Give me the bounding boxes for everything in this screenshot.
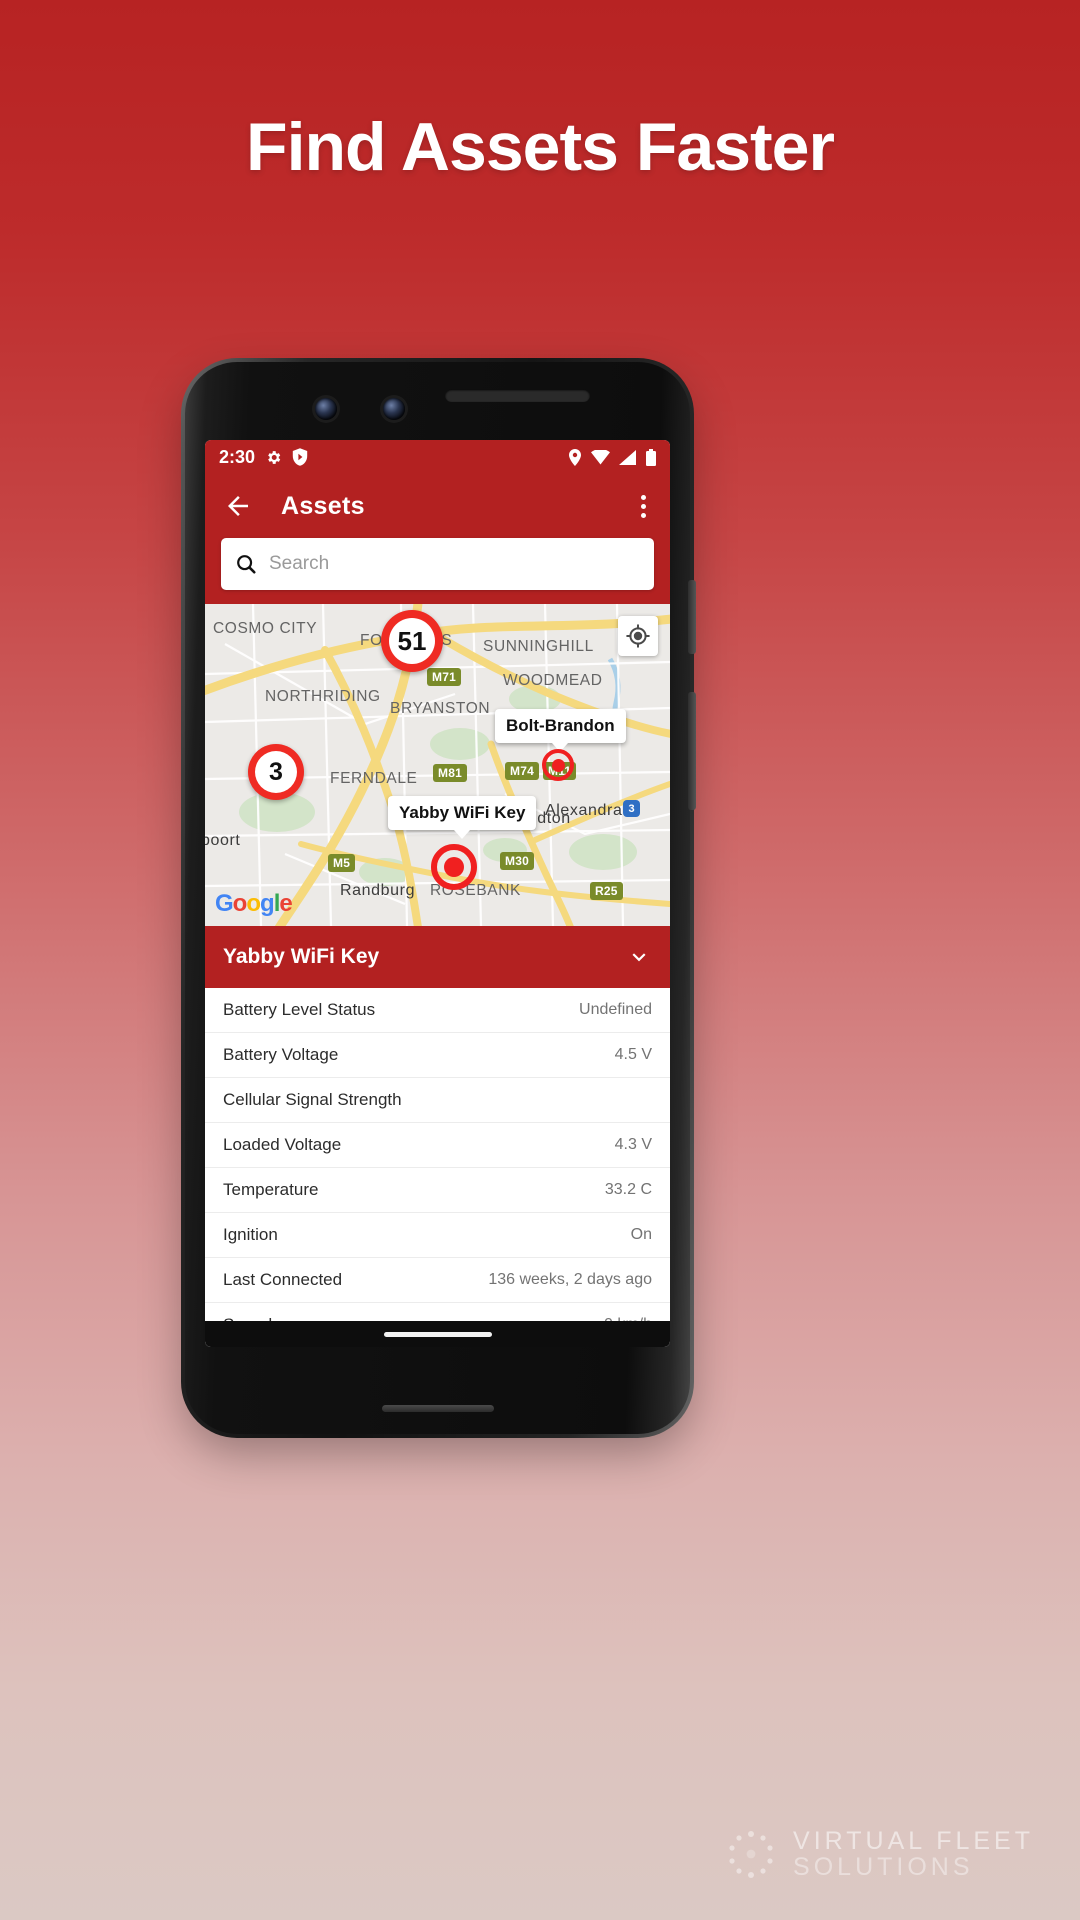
home-indicator[interactable] [383, 1331, 492, 1337]
map-marker-yabby-wifi-key[interactable] [431, 844, 477, 890]
more-options-icon[interactable] [635, 489, 652, 524]
battery-icon [646, 448, 656, 466]
map-marker-dot [551, 758, 565, 772]
road-shield-m81: M81 [433, 764, 467, 782]
row-value: 4.5 V [614, 1046, 652, 1063]
watermark-line-1: VIRTUAL FLEET [793, 1826, 1034, 1855]
map-cluster-count: 51 [389, 618, 435, 664]
front-camera-icon [315, 398, 337, 420]
map-view[interactable]: COSMO CITY FOURWAYS SUNNINGHILL WOODMEAD… [205, 604, 670, 926]
app-bar-title: Assets [281, 491, 365, 520]
detail-panel-header[interactable]: Yabby WiFi Key [205, 926, 670, 988]
table-row[interactable]: Cellular Signal Strength [205, 1078, 670, 1123]
table-row[interactable]: Temperature 33.2 C [205, 1168, 670, 1213]
gear-icon [268, 450, 281, 464]
my-location-icon [626, 624, 650, 648]
row-label: Battery Level Status [223, 1000, 376, 1019]
row-value: 4.3 V [614, 1136, 652, 1153]
my-location-button[interactable] [618, 616, 658, 656]
back-arrow-icon[interactable] [223, 491, 253, 521]
road-shield-3: 3 [623, 800, 640, 817]
map-cluster-count: 3 [255, 751, 297, 793]
road-shield-m30: M30 [500, 852, 534, 870]
map-marker-dot [444, 857, 464, 877]
brand-watermark: VIRTUAL FLEET SOLUTIONS [725, 1826, 1034, 1881]
watermark-line-2: SOLUTIONS [793, 1852, 974, 1881]
map-callout-bolt-brandon[interactable]: Bolt-Brandon [495, 709, 626, 752]
map-cluster-marker[interactable]: 51 [381, 610, 443, 672]
phone-device-frame: 2:30 Assets Search COSMO CITY SUNNINGHIL… [181, 358, 696, 1438]
status-bar: 2:30 [205, 440, 670, 474]
gesture-nav-bar[interactable] [205, 1321, 670, 1347]
road-shield-m74: M74 [505, 762, 539, 780]
fleet-dots-logo-icon [729, 1830, 773, 1878]
map-marker-bolt-brandon[interactable] [542, 749, 574, 781]
phone-chin-speaker [185, 1405, 690, 1412]
road-shield-m71: M71 [427, 668, 461, 686]
row-label: Cellular Signal Strength [223, 1090, 402, 1109]
search-container [205, 538, 670, 604]
shield-play-icon [292, 448, 308, 466]
signal-icon [619, 449, 636, 465]
volume-button[interactable] [688, 692, 696, 810]
row-value: 136 weeks, 2 days ago [488, 1271, 652, 1288]
search-icon [237, 555, 256, 574]
table-row[interactable]: Loaded Voltage 4.3 V [205, 1123, 670, 1168]
google-logo: Google [215, 890, 293, 917]
row-label: Battery Voltage [223, 1045, 339, 1064]
road-shield-m5: M5 [328, 854, 356, 872]
location-icon [569, 448, 581, 466]
row-label: Last Connected [223, 1270, 343, 1289]
asset-properties-list: Battery Level Status Undefined Battery V… [205, 988, 670, 1347]
chevron-down-icon[interactable] [626, 944, 652, 970]
wifi-icon [591, 449, 610, 464]
search-input[interactable] [269, 553, 640, 575]
table-row[interactable]: Ignition On [205, 1213, 670, 1258]
road-shield-r25: R25 [590, 882, 623, 900]
row-label: Ignition [223, 1225, 278, 1244]
search-box[interactable] [221, 538, 654, 590]
table-row[interactable]: Last Connected 136 weeks, 2 days ago [205, 1258, 670, 1303]
table-row[interactable]: Battery Level Status Undefined [205, 988, 670, 1033]
map-cluster-marker[interactable]: 3 [248, 744, 304, 800]
status-bar-time: 2:30 [219, 446, 256, 467]
page-title: Find Assets Faster [246, 109, 835, 185]
table-row[interactable]: Battery Voltage 4.5 V [205, 1033, 670, 1078]
power-button[interactable] [688, 580, 696, 654]
detail-panel-title: Yabby WiFi Key [223, 945, 380, 968]
front-camera-secondary-icon [383, 398, 405, 420]
row-label: Temperature [223, 1180, 319, 1199]
app-bar: Assets [205, 474, 670, 538]
earpiece-speaker [445, 389, 590, 402]
row-label: Loaded Voltage [223, 1135, 342, 1154]
row-value: 33.2 C [604, 1181, 652, 1198]
phone-screen: 2:30 Assets Search COSMO CITY SUNNINGHIL… [205, 440, 670, 1347]
map-callout-yabby-wifi-key[interactable]: Yabby WiFi Key [388, 796, 537, 839]
row-value: Undefined [579, 1001, 652, 1018]
row-value: On [630, 1226, 652, 1243]
